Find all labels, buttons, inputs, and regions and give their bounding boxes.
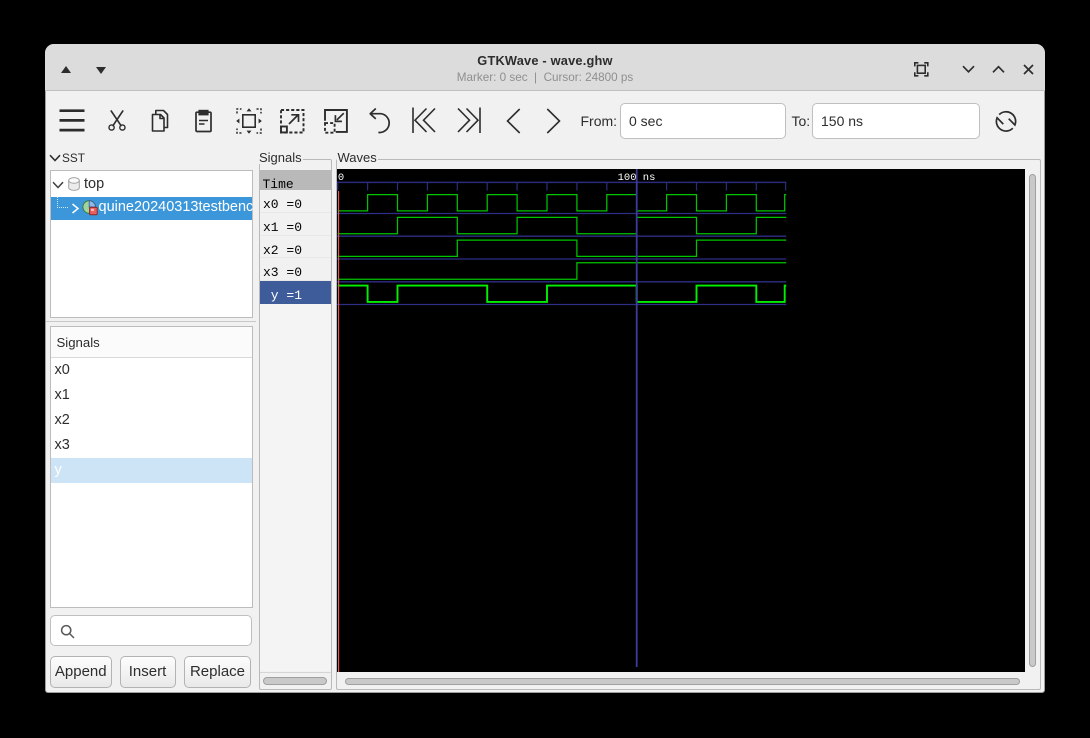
svg-text:0: 0 (338, 172, 344, 184)
